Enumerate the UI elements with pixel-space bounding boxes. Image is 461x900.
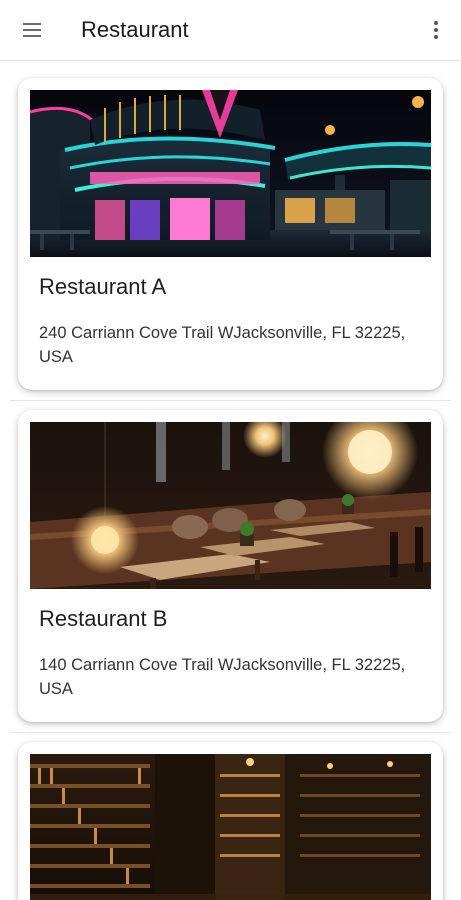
restaurant-name: Restaurant A: [39, 274, 167, 299]
app-bar: Restaurant: [0, 0, 461, 61]
restaurant-card[interactable]: [18, 742, 443, 900]
restaurant-address: 240 Carriann Cove Trail WJacksonville, F…: [39, 324, 406, 366]
menu-button[interactable]: [16, 14, 48, 46]
divider: [10, 732, 451, 733]
restaurant-card[interactable]: Restaurant B 140 Carriann Cove Trail WJa…: [18, 410, 443, 722]
more-options-button[interactable]: [420, 14, 452, 46]
hamburger-menu-icon: [23, 23, 41, 37]
restaurant-photo: [30, 754, 431, 900]
restaurant-card[interactable]: Restaurant A 240 Carriann Cove Trail WJa…: [18, 78, 443, 390]
divider: [10, 400, 451, 401]
restaurant-photo: [30, 90, 431, 257]
restaurant-address: 140 Carriann Cove Trail WJacksonville, F…: [39, 656, 406, 698]
app-title: Restaurant: [81, 17, 189, 42]
more-vert-icon: [434, 21, 438, 39]
restaurant-photo: [30, 422, 431, 589]
restaurant-name: Restaurant B: [39, 606, 168, 631]
restaurant-list[interactable]: Restaurant A 240 Carriann Cove Trail WJa…: [0, 61, 461, 900]
